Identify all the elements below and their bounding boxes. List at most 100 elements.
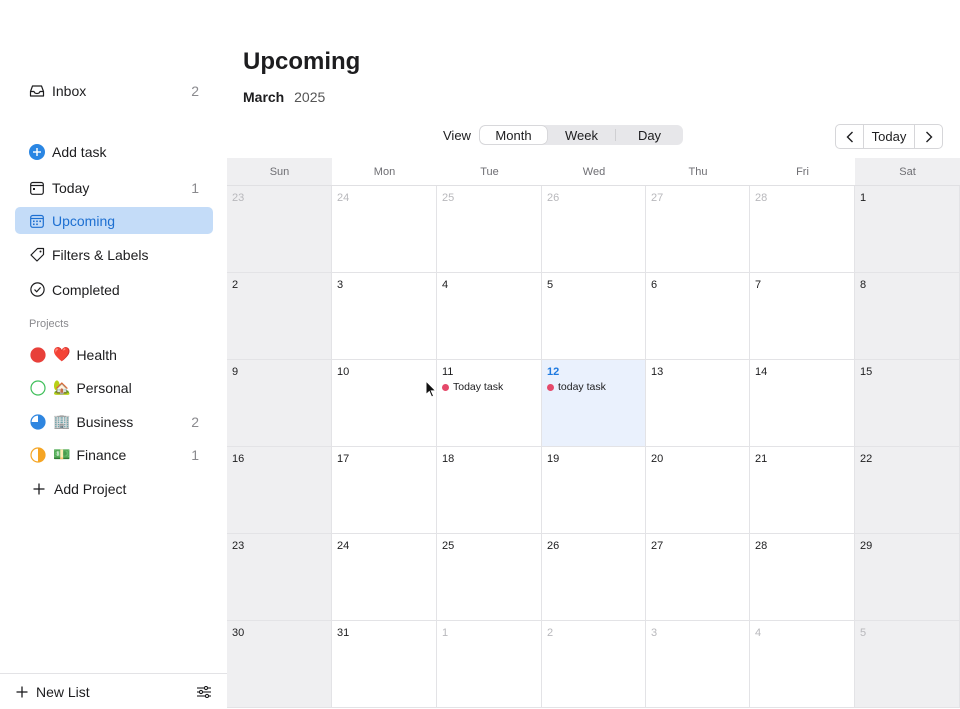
previous-month-button[interactable] — [836, 125, 863, 148]
check-circle-icon — [29, 282, 45, 298]
calendar-day-cell[interactable]: 4 — [750, 621, 855, 708]
sidebar-project-business[interactable]: 🏢 Business 2 — [15, 408, 213, 435]
sidebar-item-filters-labels[interactable]: Filters & Labels — [15, 241, 213, 268]
calendar-day-cell[interactable]: 29 — [855, 534, 960, 621]
day-number: 3 — [337, 279, 344, 291]
sidebar-project-health[interactable]: ❤️ Health — [15, 341, 213, 368]
calendar-day-cell[interactable]: 25 — [437, 186, 542, 273]
sidebar-item-upcoming[interactable]: Upcoming — [15, 207, 213, 234]
month-label: March — [243, 89, 285, 105]
office-building-emoji: 🏢 — [53, 413, 71, 429]
calendar-day-cell[interactable]: 23 — [227, 186, 332, 273]
day-number: 26 — [547, 540, 560, 552]
calendar-day-cell[interactable]: 26 — [542, 186, 646, 273]
calendar-day-cell[interactable]: 23 — [227, 534, 332, 621]
plus-icon[interactable] — [16, 686, 28, 698]
calendar-day-cell[interactable]: 27 — [646, 186, 750, 273]
view-month-option[interactable]: Month — [480, 126, 547, 144]
day-number: 20 — [651, 453, 664, 465]
sidebar-item-label: Completed — [52, 281, 120, 298]
sidebar-item-completed[interactable]: Completed — [15, 276, 213, 303]
calendar-day-cell[interactable]: 16 — [227, 447, 332, 534]
view-week-option[interactable]: Week — [548, 125, 615, 145]
heart-emoji: ❤️ — [53, 346, 71, 362]
empty-circle-icon — [30, 379, 46, 396]
calendar-day-cell[interactable]: 14 — [750, 360, 855, 447]
calendar-day-cell[interactable]: 18 — [437, 447, 542, 534]
projects-heading: Projects — [29, 318, 69, 330]
calendar-day-cell[interactable]: 3 — [332, 273, 437, 360]
sidebar-item-today[interactable]: Today 1 — [15, 174, 213, 201]
calendar-day-cell[interactable]: 4 — [437, 273, 542, 360]
day-number: 4 — [442, 279, 449, 291]
filled-circle-icon — [30, 346, 46, 363]
calendar-day-cell[interactable]: 11 Today task — [437, 360, 542, 447]
calendar-day-cell[interactable]: 25 — [437, 534, 542, 621]
day-number: 7 — [755, 279, 762, 291]
new-list-button[interactable]: New List — [36, 684, 197, 700]
calendar-day-cell[interactable]: 8 — [855, 273, 960, 360]
weekday-header-sun: Sun — [227, 158, 332, 186]
calendar-day-cell[interactable]: 10 — [332, 360, 437, 447]
calendar-day-cell[interactable]: 3 — [646, 621, 750, 708]
calendar-day-cell[interactable]: 31 — [332, 621, 437, 708]
inbox-count: 2 — [191, 82, 199, 99]
calendar-day-cell[interactable]: 24 — [332, 186, 437, 273]
sliders-icon[interactable] — [197, 685, 211, 698]
project-label: Health — [76, 346, 117, 363]
view-day-option[interactable]: Day — [616, 125, 683, 145]
calendar-day-cell[interactable]: 12 today task — [542, 360, 646, 447]
pie-quarter-icon — [30, 413, 46, 430]
calendar-day-cell[interactable]: 2 — [542, 621, 646, 708]
day-number: 11 — [442, 366, 454, 378]
calendar-day-cell[interactable]: 5 — [855, 621, 960, 708]
add-task-button[interactable]: Add task — [15, 138, 213, 165]
calendar-day-cell[interactable]: 9 — [227, 360, 332, 447]
calendar-day-cell[interactable]: 24 — [332, 534, 437, 621]
year-label: 2025 — [294, 89, 326, 105]
calendar-day-cell[interactable]: 30 — [227, 621, 332, 708]
calendar-day-cell[interactable]: 7 — [750, 273, 855, 360]
day-number: 13 — [651, 366, 664, 378]
calendar-day-cell[interactable]: 6 — [646, 273, 750, 360]
calendar-day-cell[interactable]: 20 — [646, 447, 750, 534]
calendar-day-cell[interactable]: 5 — [542, 273, 646, 360]
task-title: Today task — [453, 381, 504, 393]
day-number: 5 — [860, 627, 867, 639]
day-number: 3 — [651, 627, 658, 639]
calendar-day-cell[interactable]: 17 — [332, 447, 437, 534]
calendar-day-cell[interactable]: 19 — [542, 447, 646, 534]
calendar-day-cell[interactable]: 22 — [855, 447, 960, 534]
calendar-nav: Today — [835, 124, 943, 149]
calendar-day-cell[interactable]: 13 — [646, 360, 750, 447]
calendar-day-cell[interactable]: 27 — [646, 534, 750, 621]
month-calendar: Sun Mon Tue Wed Thu Fri Sat 23 24 25 26 27 28 1 2 3 4 5 6 7… — [227, 158, 960, 708]
sidebar-project-personal[interactable]: 🏡 Personal — [15, 374, 213, 401]
today-count: 1 — [191, 179, 199, 196]
task-color-dot-icon — [547, 383, 554, 391]
day-number: 2 — [547, 627, 554, 639]
sidebar-project-finance[interactable]: 💵 Finance 1 — [15, 441, 213, 468]
calendar-day-cell[interactable]: 26 — [542, 534, 646, 621]
day-number: 4 — [755, 627, 762, 639]
day-number: 19 — [547, 453, 560, 465]
calendar-day-cell[interactable]: 2 — [227, 273, 332, 360]
calendar-day-cell[interactable]: 15 — [855, 360, 960, 447]
day-number: 10 — [337, 366, 350, 378]
calendar-grid-icon — [29, 213, 45, 229]
calendar-day-cell[interactable]: 28 — [750, 534, 855, 621]
today-button[interactable]: Today — [863, 125, 915, 148]
sidebar-footer: New List — [0, 673, 227, 709]
calendar-day-cell[interactable]: 1 — [437, 621, 542, 708]
next-month-button[interactable] — [915, 125, 942, 148]
calendar-day-cell[interactable]: 1 — [855, 186, 960, 273]
calendar-day-cell[interactable]: 28 — [750, 186, 855, 273]
calendar-task-item[interactable]: Today task — [442, 381, 503, 393]
calendar-task-item[interactable]: today task — [547, 381, 606, 393]
add-project-button[interactable]: Add Project — [15, 475, 213, 502]
sidebar-item-inbox[interactable]: Inbox 2 — [15, 77, 213, 104]
plus-icon — [31, 481, 47, 497]
plus-circle-icon — [29, 143, 45, 160]
day-number: 23 — [232, 192, 245, 204]
calendar-day-cell[interactable]: 21 — [750, 447, 855, 534]
